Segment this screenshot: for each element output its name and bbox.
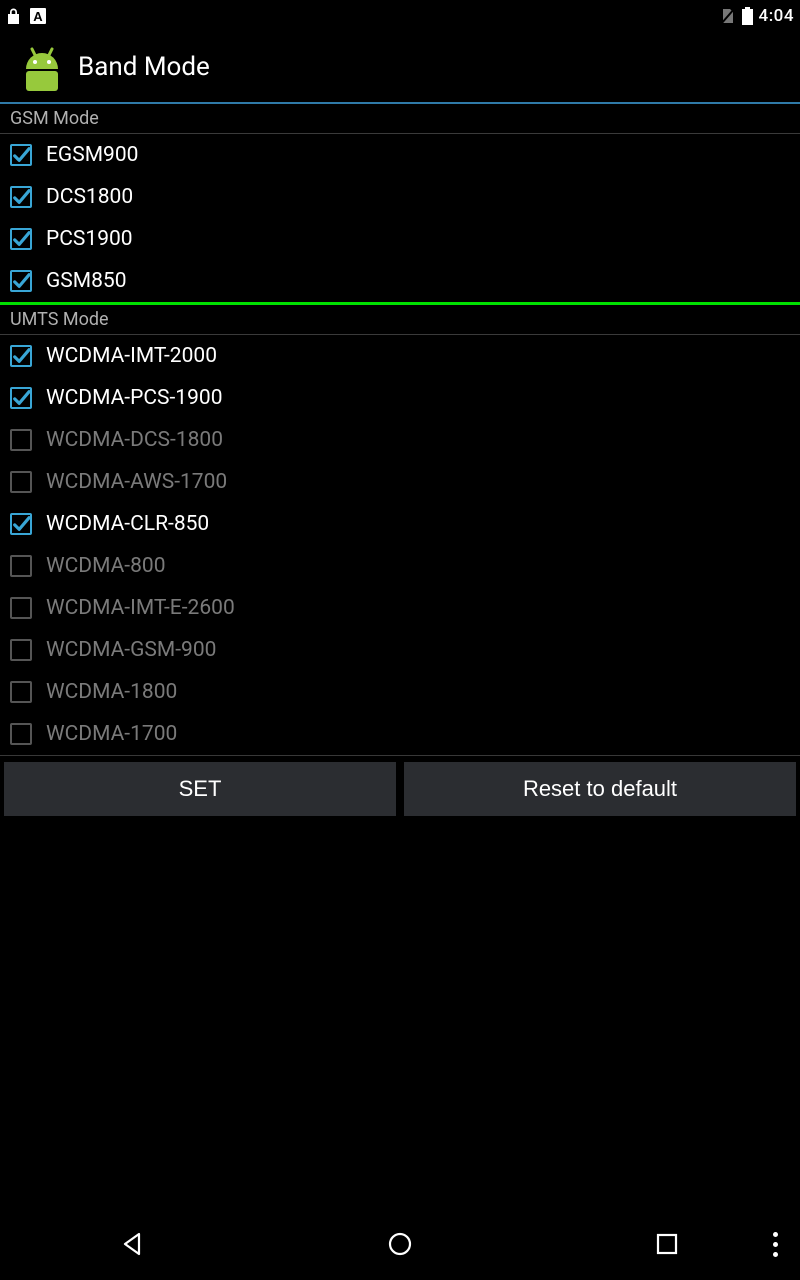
gsm-section: EGSM900 DCS1800 PCS1900 GSM850 [0, 134, 800, 302]
item-label: GSM850 [46, 269, 127, 293]
status-time: 4:04 [759, 6, 794, 26]
app-title: Band Mode [78, 52, 210, 82]
item-label: WCDMA-AWS-1700 [46, 470, 227, 494]
umts-section-header: UMTS Mode [0, 302, 800, 335]
gsm-item[interactable]: DCS1800 [0, 176, 800, 218]
checkbox[interactable] [10, 144, 32, 166]
umts-item[interactable]: WCDMA-CLR-850 [0, 503, 800, 545]
umts-item: WCDMA-DCS-1800 [0, 419, 800, 461]
gsm-item[interactable]: EGSM900 [0, 134, 800, 176]
checkbox[interactable] [10, 228, 32, 250]
checkbox [10, 429, 32, 451]
checkbox [10, 723, 32, 745]
item-label: WCDMA-1800 [46, 680, 177, 704]
nav-back-button[interactable] [73, 1220, 193, 1268]
checkbox[interactable] [10, 345, 32, 367]
item-label: WCDMA-800 [46, 554, 166, 578]
umts-item: WCDMA-1700 [0, 713, 800, 755]
status-bar: A 4:04 [0, 0, 800, 32]
checkbox[interactable] [10, 513, 32, 535]
nav-bar [0, 1208, 800, 1280]
item-label: WCDMA-IMT-E-2600 [46, 596, 235, 620]
umts-item: WCDMA-IMT-E-2600 [0, 587, 800, 629]
item-label: DCS1800 [46, 185, 133, 209]
checkbox [10, 639, 32, 661]
reset-button[interactable]: Reset to default [404, 762, 796, 816]
item-label: PCS1900 [46, 227, 133, 251]
nav-overflow-button[interactable] [773, 1232, 778, 1257]
umts-item[interactable]: WCDMA-IMT-2000 [0, 335, 800, 377]
umts-item: WCDMA-1800 [0, 671, 800, 713]
checkbox [10, 681, 32, 703]
umts-section: WCDMA-IMT-2000 WCDMA-PCS-1900 WCDMA-DCS-18… [0, 335, 800, 755]
app-bar: Band Mode [0, 32, 800, 104]
gsm-section-header: GSM Mode [0, 104, 800, 134]
lock-icon [6, 7, 21, 25]
set-button[interactable]: SET [4, 762, 396, 816]
item-label: WCDMA-PCS-1900 [46, 386, 223, 410]
actions-row: SET Reset to default [0, 755, 800, 822]
checkbox[interactable] [10, 387, 32, 409]
checkbox [10, 597, 32, 619]
no-sim-icon [720, 7, 736, 25]
checkbox[interactable] [10, 186, 32, 208]
item-label: WCDMA-GSM-900 [46, 638, 216, 662]
checkbox [10, 555, 32, 577]
item-label: WCDMA-CLR-850 [46, 512, 209, 536]
item-label: WCDMA-IMT-2000 [46, 344, 217, 368]
gsm-item[interactable]: PCS1900 [0, 218, 800, 260]
umts-item[interactable]: WCDMA-PCS-1900 [0, 377, 800, 419]
gsm-item[interactable]: GSM850 [0, 260, 800, 302]
umts-item: WCDMA-GSM-900 [0, 629, 800, 671]
checkbox[interactable] [10, 270, 32, 292]
keyboard-icon: A [29, 7, 47, 25]
checkbox [10, 471, 32, 493]
nav-recent-button[interactable] [607, 1220, 727, 1268]
item-label: WCDMA-DCS-1800 [46, 428, 223, 452]
android-icon [16, 41, 68, 93]
umts-item: WCDMA-800 [0, 545, 800, 587]
nav-home-button[interactable] [340, 1220, 460, 1268]
item-label: WCDMA-1700 [46, 722, 177, 746]
item-label: EGSM900 [46, 143, 138, 167]
svg-text:A: A [33, 9, 43, 24]
battery-icon [742, 7, 753, 25]
umts-item: WCDMA-AWS-1700 [0, 461, 800, 503]
